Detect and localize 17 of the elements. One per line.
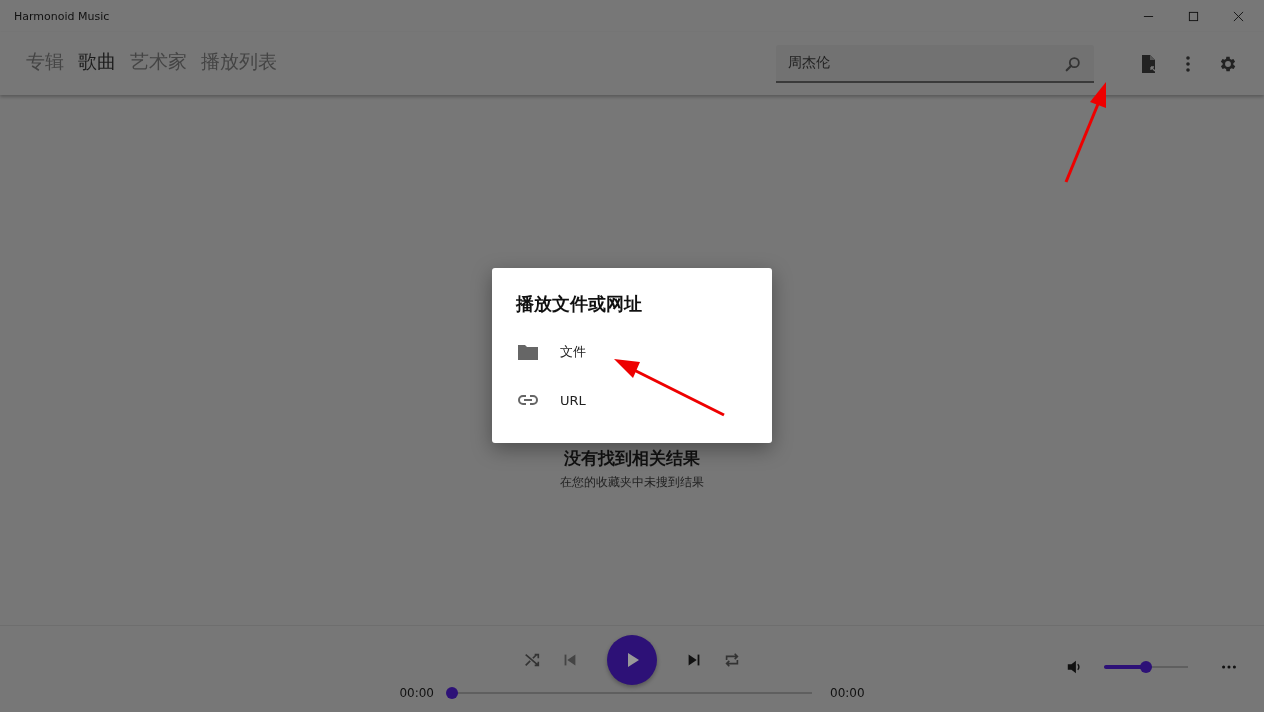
close-icon[interactable] xyxy=(1233,10,1244,22)
dialog-option[interactable]: 文件 xyxy=(516,328,748,376)
folder-icon xyxy=(516,342,540,362)
search-field[interactable]: 周杰伦 xyxy=(776,44,1094,83)
duration: 00:00 xyxy=(830,686,865,700)
empty-title: 没有找到相关结果 xyxy=(564,447,700,470)
empty-subtitle: 在您的收藏夹中未搜到结果 xyxy=(560,474,704,491)
repeat-icon[interactable] xyxy=(723,651,741,669)
tab[interactable]: 歌曲 xyxy=(78,48,116,79)
dialog-title: 播放文件或网址 xyxy=(516,292,643,316)
maximize-icon[interactable] xyxy=(1188,10,1199,22)
dialog-option[interactable]: URL xyxy=(516,376,748,424)
current-time: 00:00 xyxy=(399,686,434,700)
shuffle-icon[interactable] xyxy=(523,651,541,669)
window-title: Harmonoid Music xyxy=(14,9,110,23)
play-button[interactable] xyxy=(607,635,657,685)
search-icon[interactable] xyxy=(1064,54,1082,73)
